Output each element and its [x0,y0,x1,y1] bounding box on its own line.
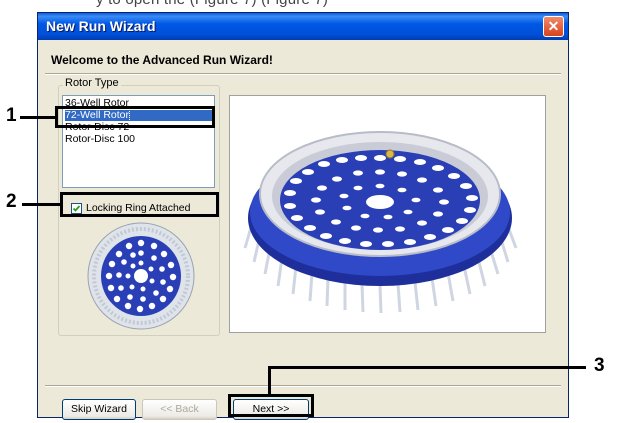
back-button[interactable]: << Back [142,399,217,420]
rotor-preview-panel [229,95,546,333]
rotor-preview-image [243,131,518,314]
title-bar[interactable]: New Run Wizard ✕ [38,13,568,40]
header-divider [45,73,561,75]
footer-divider [45,385,561,387]
close-icon: ✕ [547,18,560,34]
welcome-heading: Welcome to the Advanced Run Wizard! [51,53,273,67]
locking-ring-rotor-image [87,222,195,330]
callout-line-3a [268,366,271,395]
callout-box-1 [55,106,215,128]
callout-number-3: 3 [594,355,605,376]
callout-number-2: 2 [6,191,17,212]
callout-line-3b [268,366,586,369]
callout-line-1 [20,116,56,119]
document-text: y to open the (Figure 7) (Figure 7) [96,0,328,8]
skip-wizard-button[interactable]: Skip Wizard [62,399,136,420]
close-button[interactable]: ✕ [543,16,564,37]
window-title: New Run Wizard [46,18,156,34]
callout-box-3 [228,394,314,417]
document-text-fragment: y to open the (Figure 7) (Figure 7) [0,0,625,12]
list-item[interactable]: Rotor-Disc 100 [65,134,135,145]
rotor-type-label: Rotor Type [63,77,121,89]
callout-number-1: 1 [6,105,17,126]
callout-box-2 [60,192,219,217]
callout-line-2 [22,203,61,206]
